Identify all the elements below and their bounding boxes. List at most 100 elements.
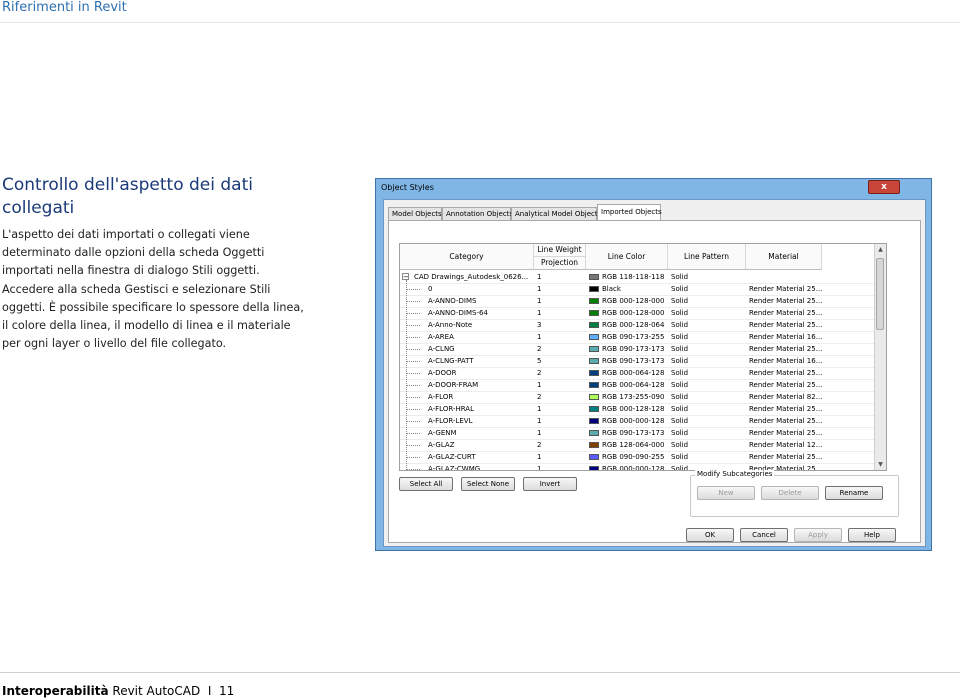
row-line-color[interactable]: RGB 000-064-128 <box>589 379 667 391</box>
row-line-color[interactable]: RGB 118-118-118 <box>589 271 667 283</box>
new-button[interactable]: New <box>697 486 755 500</box>
row-line-pattern[interactable]: Solid <box>671 403 745 415</box>
table-row[interactable]: A-GLAZ-CWMG 1 RGB 000-000-128 Solid Render M… <box>400 463 886 470</box>
row-material[interactable]: Render Material 82... <box>749 391 823 403</box>
select-none-button[interactable]: Select None <box>461 477 515 491</box>
row-material[interactable]: Render Material 25... <box>749 343 823 355</box>
row-line-color[interactable]: RGB 090-090-255 <box>589 451 667 463</box>
column-header-line-pattern[interactable]: Line Pattern <box>668 244 746 270</box>
row-category: 0 <box>428 285 433 293</box>
rename-button[interactable]: Rename <box>825 486 883 500</box>
tab-analytical-model-objects[interactable]: Analytical Model Objects <box>511 207 601 220</box>
column-header-category[interactable]: Category <box>400 244 534 270</box>
row-material[interactable]: Render Material 12... <box>749 439 823 451</box>
row-material[interactable]: Render Material 25... <box>749 283 823 295</box>
row-line-weight[interactable]: 1 <box>537 271 583 283</box>
row-line-pattern[interactable]: Solid <box>671 391 745 403</box>
row-line-color[interactable]: RGB 128-064-000 <box>589 439 667 451</box>
row-line-pattern[interactable]: Solid <box>671 307 745 319</box>
row-line-color[interactable]: RGB 090-173-173 <box>589 343 667 355</box>
row-material[interactable]: Render Material 25... <box>749 451 823 463</box>
select-all-button[interactable]: Select All <box>399 477 453 491</box>
row-material[interactable]: Render Material 25... <box>749 415 823 427</box>
row-line-weight[interactable]: 1 <box>537 451 583 463</box>
row-material[interactable]: Render Material 25... <box>749 307 823 319</box>
row-line-pattern[interactable]: Solid <box>671 415 745 427</box>
tab-model-objects[interactable]: Model Objects <box>388 207 442 220</box>
row-line-pattern[interactable]: Solid <box>671 379 745 391</box>
row-line-weight[interactable]: 2 <box>537 391 583 403</box>
row-line-color[interactable]: RGB 090-173-173 <box>589 427 667 439</box>
help-button[interactable]: Help <box>848 528 896 542</box>
row-line-pattern[interactable]: Solid <box>671 283 745 295</box>
row-material[interactable]: Render Material 25... <box>749 427 823 439</box>
row-line-pattern[interactable]: Solid <box>671 343 745 355</box>
color-name: RGB 000-128-064 <box>602 321 665 329</box>
scroll-down-icon[interactable]: ▼ <box>875 459 886 470</box>
row-line-weight[interactable]: 1 <box>537 307 583 319</box>
row-material[interactable]: Render Material 25... <box>749 403 823 415</box>
row-line-pattern[interactable]: Solid <box>671 439 745 451</box>
color-name: RGB 090-173-173 <box>602 429 665 437</box>
row-line-weight[interactable]: 1 <box>537 463 583 470</box>
row-line-weight[interactable]: 3 <box>537 319 583 331</box>
row-line-color[interactable]: RGB 000-128-000 <box>589 295 667 307</box>
cancel-button[interactable]: Cancel <box>740 528 788 542</box>
row-line-color[interactable]: RGB 173-255-090 <box>589 391 667 403</box>
object-styles-dialog: Object Styles x Model Objects Annotation… <box>375 178 932 551</box>
close-icon[interactable]: x <box>868 180 900 194</box>
row-line-weight[interactable]: 2 <box>537 439 583 451</box>
delete-button[interactable]: Delete <box>761 486 819 500</box>
ok-button[interactable]: OK <box>686 528 734 542</box>
tree-connector <box>406 421 420 422</box>
grid-scrollbar[interactable]: ▲ ▼ <box>874 244 886 470</box>
row-line-color[interactable]: RGB 090-173-255 <box>589 331 667 343</box>
row-line-weight[interactable]: 1 <box>537 403 583 415</box>
apply-button[interactable]: Apply <box>794 528 842 542</box>
row-material[interactable]: Render Material 25... <box>749 379 823 391</box>
collapse-icon[interactable]: − <box>402 273 409 281</box>
row-line-color[interactable]: RGB 000-128-000 <box>589 307 667 319</box>
row-line-color[interactable]: RGB 000-064-128 <box>589 367 667 379</box>
row-line-weight[interactable]: 5 <box>537 355 583 367</box>
row-line-pattern[interactable]: Solid <box>671 451 745 463</box>
tree-connector <box>406 325 420 326</box>
column-header-line-weight[interactable]: Line Weight Projection <box>534 244 586 270</box>
row-line-weight[interactable]: 1 <box>537 427 583 439</box>
row-material[interactable] <box>749 271 823 283</box>
row-line-color[interactable]: RGB 090-173-173 <box>589 355 667 367</box>
row-material[interactable]: Render Material 16... <box>749 331 823 343</box>
invert-button[interactable]: Invert <box>523 477 577 491</box>
row-line-weight[interactable]: 1 <box>537 415 583 427</box>
row-category: A-FLOR-LEVL <box>428 417 473 425</box>
tab-imported-objects[interactable]: Imported Objects <box>597 204 662 221</box>
column-header-line-color[interactable]: Line Color <box>586 244 668 270</box>
page-footer: Interoperabilità Revit AutoCAD I 11 <box>2 684 234 698</box>
tab-annotation-objects[interactable]: Annotation Objects <box>442 207 513 220</box>
row-material[interactable]: Render Material 16... <box>749 355 823 367</box>
row-line-weight[interactable]: 1 <box>537 295 583 307</box>
row-line-color[interactable]: RGB 000-000-128 <box>589 415 667 427</box>
row-line-color[interactable]: RGB 000-000-128 <box>589 463 667 470</box>
row-line-pattern[interactable]: Solid <box>671 271 745 283</box>
row-line-color[interactable]: Black <box>589 283 667 295</box>
row-material[interactable]: Render Material 25... <box>749 295 823 307</box>
column-header-material[interactable]: Material <box>746 244 822 270</box>
row-line-weight[interactable]: 1 <box>537 331 583 343</box>
row-line-weight[interactable]: 2 <box>537 343 583 355</box>
row-line-pattern[interactable]: Solid <box>671 319 745 331</box>
row-line-pattern[interactable]: Solid <box>671 331 745 343</box>
row-line-weight[interactable]: 1 <box>537 283 583 295</box>
row-line-pattern[interactable]: Solid <box>671 295 745 307</box>
row-line-weight[interactable]: 1 <box>537 379 583 391</box>
row-line-pattern[interactable]: Solid <box>671 367 745 379</box>
row-line-pattern[interactable]: Solid <box>671 355 745 367</box>
row-material[interactable]: Render Material 25... <box>749 367 823 379</box>
scroll-up-icon[interactable]: ▲ <box>875 244 886 255</box>
row-line-color[interactable]: RGB 000-128-128 <box>589 403 667 415</box>
scrollbar-thumb[interactable] <box>876 258 884 330</box>
row-material[interactable]: Render Material 25... <box>749 319 823 331</box>
row-line-pattern[interactable]: Solid <box>671 427 745 439</box>
row-line-weight[interactable]: 2 <box>537 367 583 379</box>
row-line-color[interactable]: RGB 000-128-064 <box>589 319 667 331</box>
